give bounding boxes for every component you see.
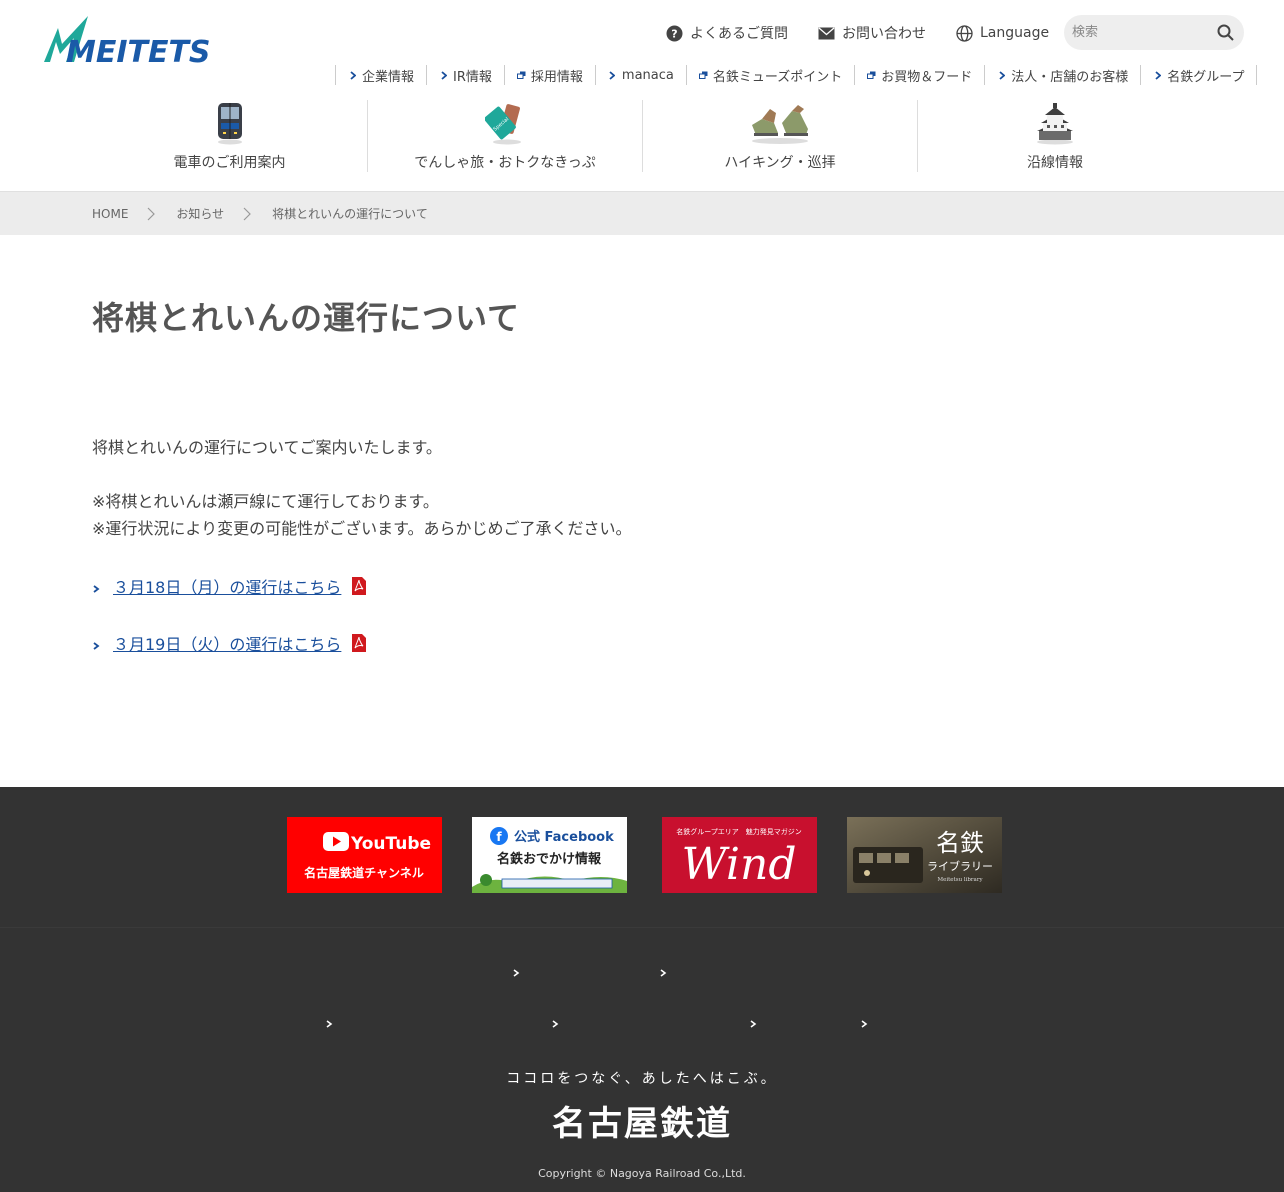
question-circle-icon: ?	[666, 25, 683, 42]
meitetsu-library-banner[interactable]: 名鉄 ライブラリー Meitetsu library	[847, 817, 1002, 893]
breadcrumb-news[interactable]: お知らせ	[176, 205, 224, 222]
faq-link[interactable]: ? よくあるご質問	[666, 23, 788, 43]
corporate-nav: 企業情報 IR情報 採用情報 manaca 名鉄ミューズポイント お買物＆フード…	[335, 65, 1258, 85]
corp-nav-business[interactable]: 法人・店舗のお客様	[985, 65, 1142, 85]
main-nav-label: ハイキング・巡拝	[724, 155, 836, 171]
main-nav-area[interactable]: 沿線情報	[917, 100, 1192, 172]
language-label: Language	[980, 25, 1050, 41]
mail-icon	[818, 25, 835, 42]
svg-text:?: ?	[671, 27, 677, 40]
corp-nav-label: 企業情報	[362, 69, 415, 85]
footer-link-chevron-icon[interactable]	[749, 1015, 759, 1028]
meitetsu-logo[interactable]: MEITETSU	[40, 14, 235, 70]
globe-icon	[956, 24, 973, 42]
chevron-right-icon	[1153, 70, 1162, 80]
intro-text: 将棋とれいんの運行についてご案内いたします。	[92, 438, 442, 457]
external-window-icon	[516, 70, 526, 80]
corp-nav-label: お買物＆フード	[881, 69, 973, 85]
chevron-right-icon	[348, 70, 357, 80]
train-photo	[853, 847, 923, 883]
main-nav-tickets[interactable]: Special でんしゃ旅・おトクなきっぷ	[367, 100, 642, 172]
logo-text: MEITETSU	[66, 35, 210, 66]
chevron-right-icon	[92, 580, 102, 593]
chevron-right-icon	[92, 637, 102, 650]
footer-link-chevron-icon[interactable]	[860, 1015, 870, 1028]
footer-banners: YouTube 名古屋鉄道チャンネル f 公式 Facebook 名鉄おでかけ情…	[0, 787, 1284, 927]
corp-nav-shopping[interactable]: お買物＆フード	[855, 65, 986, 85]
corp-nav-group[interactable]: 名鉄グループ	[1141, 65, 1258, 85]
chevron-right-icon	[146, 207, 160, 221]
utility-nav: ? よくあるご質問 お問い合わせ Language	[666, 22, 1079, 44]
footer-link-chevron-icon[interactable]	[659, 964, 669, 977]
ticket-icon: Special	[470, 100, 540, 146]
facebook-top-text: 公式 Facebook	[514, 829, 614, 845]
pdf-link-march-19[interactable]: ３月19日（火）の運行はこちら	[113, 631, 341, 655]
faq-label: よくあるご質問	[690, 26, 788, 42]
search-box	[1064, 15, 1244, 50]
wind-magazine-banner[interactable]: 名鉄グループエリア 魅力発見マガジン Wind	[662, 817, 817, 893]
youtube-banner[interactable]: YouTube 名古屋鉄道チャンネル	[287, 817, 442, 893]
train-icon	[195, 100, 265, 146]
youtube-sub-text: 名古屋鉄道チャンネル	[304, 865, 424, 880]
chevron-right-icon	[608, 70, 617, 80]
pdf-icon	[351, 577, 367, 595]
corp-nav-label: 法人・店舗のお客様	[1011, 69, 1129, 85]
external-window-icon	[867, 70, 876, 80]
chevron-right-icon	[997, 70, 1006, 80]
castle-icon	[1020, 100, 1090, 146]
wind-small-text: 名鉄グループエリア 魅力発見マガジン	[676, 827, 802, 836]
language-link[interactable]: Language	[956, 24, 1050, 42]
main-nav-train[interactable]: 電車のご利用案内	[92, 100, 367, 172]
search-icon[interactable]	[1216, 23, 1236, 43]
external-window-icon	[698, 70, 708, 80]
footer-link-chevron-icon[interactable]	[325, 1015, 335, 1028]
corp-nav-label: 採用情報	[530, 69, 583, 85]
page-title: 将棋とれいんの運行について	[92, 299, 521, 337]
chevron-right-icon	[242, 207, 256, 221]
corp-nav-label: manaca	[621, 67, 674, 83]
chevron-right-icon	[439, 70, 448, 80]
site-footer: ココロをつなぐ、あしたへはこぶ。 名古屋鉄道 Copyright © Nagoy…	[0, 927, 1284, 1192]
main-nav-label: 沿線情報	[1027, 155, 1083, 171]
corp-nav-ir[interactable]: IR情報	[427, 65, 505, 85]
hiking-boots-icon	[745, 100, 815, 146]
main-nav-hiking[interactable]: ハイキング・巡拝	[642, 100, 917, 172]
main-nav-label: 電車のご利用案内	[173, 155, 286, 171]
corp-nav-company[interactable]: 企業情報	[336, 65, 428, 85]
pdf-link-row: ３月19日（火）の運行はこちら	[92, 631, 367, 655]
svg-text:f: f	[496, 830, 502, 844]
main-nav: 電車のご利用案内 Special でんしゃ旅・おトクなきっぷ ハイキング・巡拝 …	[92, 100, 1192, 175]
footer-link-chevron-icon[interactable]	[512, 964, 522, 977]
pdf-link-march-18[interactable]: ３月18日（月）の運行はこちら	[113, 574, 341, 598]
library-title-text: 名鉄	[936, 829, 984, 857]
pdf-icon	[351, 634, 367, 652]
breadcrumb-current: 将棋とれいんの運行について	[272, 207, 428, 221]
youtube-logo-text: YouTube	[350, 834, 431, 854]
corp-nav-manaca[interactable]: manaca	[596, 65, 687, 85]
note-line-1: ※将棋とれいんは瀬戸線にて運行しております。	[92, 492, 439, 511]
breadcrumb: HOME お知らせ 将棋とれいんの運行について	[0, 191, 1284, 235]
facebook-sub-text: 名鉄おでかけ情報	[497, 851, 602, 867]
corp-nav-recruit[interactable]: 採用情報	[505, 65, 596, 85]
contact-label: お問い合わせ	[842, 26, 926, 42]
site-header: MEITETSU ? よくあるご質問 お問い合わせ Language	[0, 0, 1284, 191]
corp-nav-label: IR情報	[453, 69, 492, 85]
corp-nav-label: 名鉄ミューズポイント	[712, 69, 843, 85]
note-line-2: ※運行状況により変更の可能性がございます。あらかじめご了承ください。	[92, 519, 632, 538]
library-en-text: Meitetsu library	[937, 877, 983, 883]
copyright-text: Copyright © Nagoya Railroad Co.,Ltd.	[538, 1167, 746, 1180]
footer-brand-logo: 名古屋鉄道	[552, 1104, 732, 1144]
facebook-banner[interactable]: f 公式 Facebook 名鉄おでかけ情報	[472, 817, 627, 893]
corp-nav-muse-point[interactable]: 名鉄ミューズポイント	[687, 65, 856, 85]
footer-tagline: ココロをつなぐ、あしたへはこぶ。	[506, 1071, 778, 1087]
wind-logo-text: Wind	[681, 839, 796, 890]
breadcrumb-home[interactable]: HOME	[92, 207, 128, 221]
pdf-link-row: ３月18日（月）の運行はこちら	[92, 574, 367, 598]
search-input[interactable]	[1072, 15, 1212, 50]
contact-link[interactable]: お問い合わせ	[818, 23, 926, 43]
library-sub-text: ライブラリー	[927, 859, 993, 873]
corp-nav-label: 名鉄グループ	[1167, 69, 1245, 85]
main-nav-label: でんしゃ旅・おトクなきっぷ	[414, 155, 596, 171]
footer-link-chevron-icon[interactable]	[551, 1015, 561, 1028]
